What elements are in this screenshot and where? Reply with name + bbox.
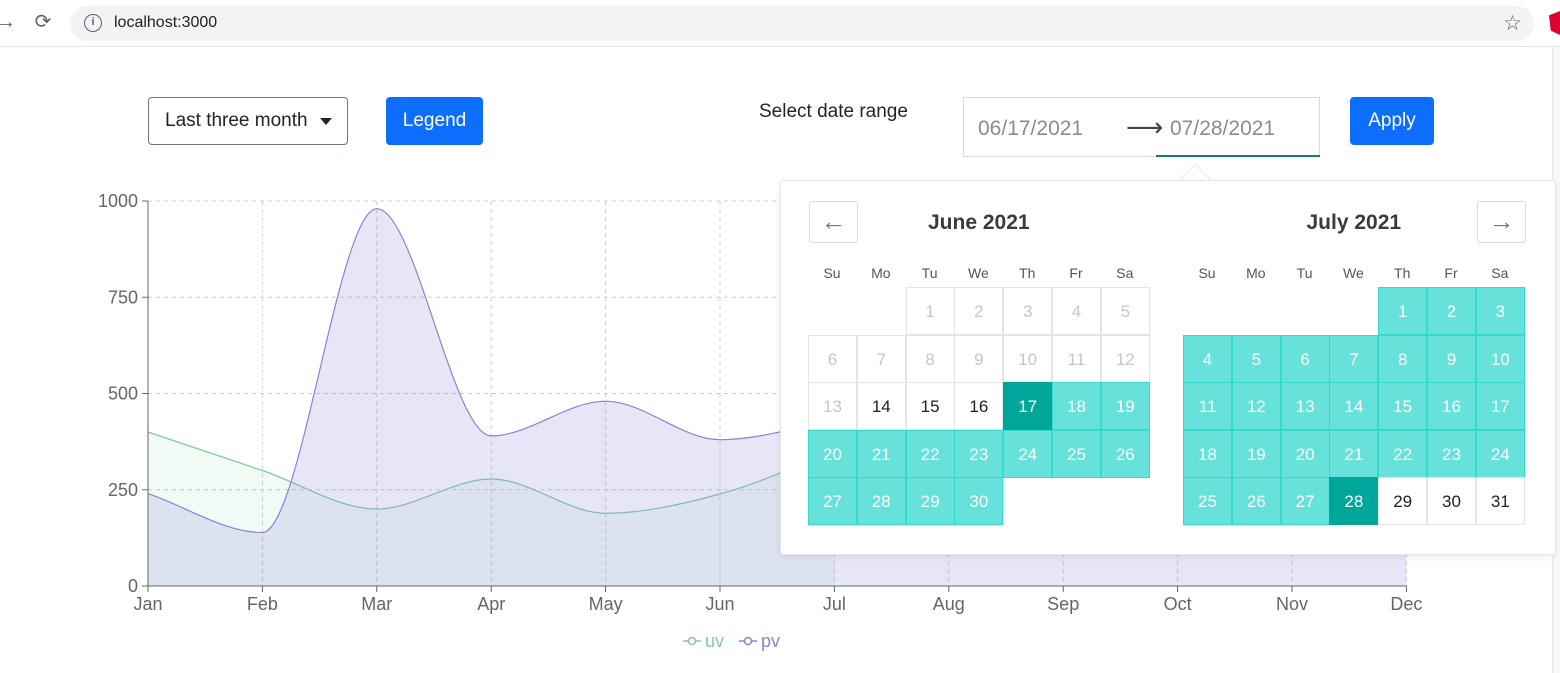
calendar-day[interactable]: 6	[1280, 334, 1330, 383]
calendar-day[interactable]: 22	[1378, 429, 1428, 478]
calendar-day[interactable]: 16	[954, 382, 1004, 430]
weekday-header: Sa	[1491, 265, 1509, 281]
calendar-day[interactable]: 26	[1231, 477, 1281, 525]
x-tick-label-jun: Jun	[705, 594, 734, 614]
calendar-day[interactable]: 27	[808, 477, 857, 525]
calendar-day[interactable]: 17	[1475, 382, 1525, 430]
calendar-day[interactable]: 20	[1280, 429, 1330, 478]
calendar-day[interactable]: 17	[1003, 382, 1053, 430]
weekday-header: Tu	[921, 265, 938, 281]
calendar-day[interactable]: 7	[1329, 334, 1379, 383]
calendar-day: 9	[954, 334, 1004, 383]
calendar-day: 4	[1052, 287, 1101, 335]
calendar-day[interactable]: 28	[1329, 477, 1379, 525]
calendar-day[interactable]: 3	[1475, 287, 1525, 335]
calendar-day[interactable]: 12	[1231, 382, 1281, 430]
calendar-day: 3	[1003, 287, 1053, 335]
x-tick-label-sep: Sep	[1047, 594, 1079, 614]
calendar-day[interactable]: 2	[1427, 287, 1476, 335]
calendar-day[interactable]: 22	[905, 429, 955, 478]
calendar-day[interactable]: 15	[905, 382, 955, 430]
calendar-day[interactable]: 19	[1231, 429, 1281, 478]
x-tick-label-jan: Jan	[133, 594, 162, 614]
calendar-day[interactable]: 11	[1183, 382, 1232, 430]
calendar-day[interactable]: 16	[1427, 382, 1476, 430]
calendar-day[interactable]: 1	[1378, 287, 1428, 335]
calendar-day[interactable]: 10	[1475, 334, 1525, 383]
calendar-day: 11	[1052, 334, 1101, 383]
weekday-header: We	[1343, 265, 1364, 281]
x-tick-label-nov: Nov	[1276, 594, 1308, 614]
calendar-day[interactable]: 4	[1183, 334, 1232, 383]
weekday-header: Su	[1198, 265, 1216, 281]
calendar-day[interactable]: 28	[856, 477, 906, 525]
month-title: July 2021	[1306, 211, 1402, 234]
calendar-day[interactable]: 14	[856, 382, 906, 430]
weekday-header: Mo	[871, 265, 891, 281]
calendar-day[interactable]: 25	[1183, 477, 1232, 525]
calendar-day[interactable]: 24	[1475, 429, 1525, 478]
x-tick-label-feb: Feb	[247, 594, 278, 614]
weekday-header: Fr	[1069, 265, 1083, 281]
weekday-header: Su	[823, 265, 841, 281]
calendar-day[interactable]: 20	[808, 429, 857, 478]
calendar-day[interactable]: 26	[1100, 429, 1150, 478]
weekday-header: Mo	[1246, 265, 1266, 281]
calendar-day: 10	[1003, 334, 1053, 383]
calendar-day: 8	[905, 334, 955, 383]
chart-legend[interactable]: uv pv	[683, 631, 780, 651]
calendar-day[interactable]: 15	[1378, 382, 1428, 430]
calendar-day[interactable]: 29	[905, 477, 955, 525]
calendar-day[interactable]: 31	[1475, 477, 1525, 525]
month-title: June 2021	[928, 211, 1030, 234]
x-tick-label-apr: Apr	[477, 594, 505, 614]
y-tick-label-500: 500	[108, 384, 138, 404]
x-tick-label-aug: Aug	[933, 594, 965, 614]
x-tick-label-may: May	[589, 594, 623, 614]
calendar-day: 12	[1100, 334, 1150, 383]
weekday-header: Th	[1019, 265, 1036, 281]
y-tick-label-250: 250	[108, 480, 138, 500]
x-tick-label-dec: Dec	[1390, 594, 1422, 614]
calendar-day: 7	[856, 334, 906, 383]
calendar-day: 1	[905, 287, 955, 335]
calendar-day[interactable]: 18	[1183, 429, 1232, 478]
calendar-day[interactable]: 13	[1280, 382, 1330, 430]
weekday-header: Sa	[1116, 265, 1134, 281]
x-tick-label-jul: Jul	[823, 594, 846, 614]
calendar-day[interactable]: 30	[1427, 477, 1476, 525]
calendar-day[interactable]: 19	[1100, 382, 1150, 430]
calendar-day[interactable]: 21	[1329, 429, 1379, 478]
calendar-day: 5	[1100, 287, 1150, 335]
y-tick-label-750: 750	[108, 287, 138, 307]
calendar-day[interactable]: 14	[1329, 382, 1379, 430]
calendar-day[interactable]: 25	[1052, 429, 1101, 478]
weekday-header: Tu	[1296, 265, 1313, 281]
legend-marker-uv[interactable]	[687, 636, 697, 646]
x-tick-label-oct: Oct	[1164, 594, 1192, 614]
x-tick-label-mar: Mar	[361, 594, 392, 614]
weekday-header: We	[968, 265, 989, 281]
calendar-day[interactable]: 5	[1231, 334, 1281, 383]
calendar-day: 13	[808, 382, 857, 430]
calendar-day: 6	[808, 334, 857, 383]
calendar-day[interactable]: 21	[856, 429, 906, 478]
calendar-day[interactable]: 30	[954, 477, 1004, 525]
y-tick-label-1000: 1000	[98, 191, 138, 211]
calendar-day[interactable]: 18	[1052, 382, 1101, 430]
legend-label-pv[interactable]: pv	[761, 631, 780, 651]
weekday-header: Fr	[1444, 265, 1458, 281]
calendar-day[interactable]: 29	[1378, 477, 1428, 525]
weekday-header: Th	[1394, 265, 1411, 281]
legend-label-uv[interactable]: uv	[705, 631, 724, 651]
calendar-day[interactable]: 23	[1427, 429, 1476, 478]
calendar-day[interactable]: 27	[1280, 477, 1330, 525]
calendar-day[interactable]: 8	[1378, 334, 1428, 383]
calendar-day: 2	[954, 287, 1004, 335]
calendar-day[interactable]: 23	[954, 429, 1004, 478]
calendar-day[interactable]: 24	[1003, 429, 1053, 478]
y-tick-label-0: 0	[128, 576, 138, 596]
calendar-day[interactable]: 9	[1427, 334, 1476, 383]
legend-marker-pv[interactable]	[743, 636, 753, 646]
